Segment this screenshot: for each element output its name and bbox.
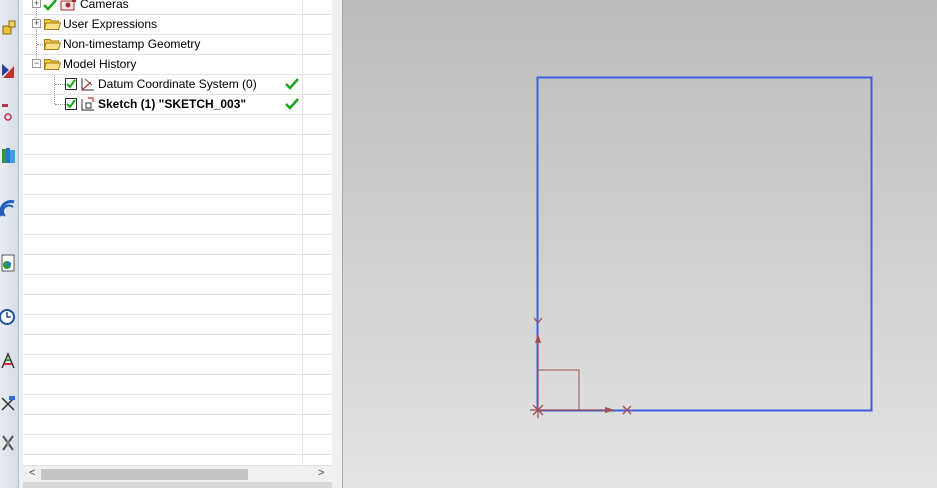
scroll-left-button[interactable]: < xyxy=(29,467,35,479)
empty-row xyxy=(23,214,332,235)
process-studio-icon[interactable] xyxy=(0,392,18,414)
scroll-right-button[interactable]: > xyxy=(318,467,324,479)
expand-icon[interactable]: + xyxy=(32,0,41,8)
horizontal-scrollbar[interactable]: < > xyxy=(23,465,332,483)
sketch-icon xyxy=(81,97,94,111)
part-navigator-panel: + Cameras + User Expressions Non-timesta… xyxy=(23,0,333,488)
assembly-navigator-icon[interactable] xyxy=(0,18,18,40)
checkmark-icon xyxy=(43,0,57,11)
empty-row xyxy=(23,134,332,155)
visibility-checkbox[interactable] xyxy=(65,98,77,110)
tree-row-sketch[interactable]: Sketch (1) "SKETCH_003" xyxy=(23,94,332,115)
tree-row-model-history[interactable]: − Model History xyxy=(23,54,332,75)
empty-row xyxy=(23,234,332,255)
web-browser-icon[interactable] xyxy=(0,198,18,220)
collapse-icon[interactable]: − xyxy=(32,59,41,68)
tree-row-user-expressions[interactable]: + User Expressions xyxy=(23,14,332,35)
datum-csys-icon xyxy=(81,78,94,91)
empty-row xyxy=(23,274,332,295)
manufacturing-wizard-icon[interactable] xyxy=(0,432,18,454)
constraint-navigator-icon[interactable] xyxy=(0,60,18,82)
empty-row xyxy=(23,414,332,435)
part-navigator-icon[interactable] xyxy=(0,100,18,122)
tree-row-datum-coordinate-system[interactable]: Datum Coordinate System (0) xyxy=(23,74,332,95)
empty-row xyxy=(23,254,332,275)
history-icon[interactable] xyxy=(0,306,18,328)
empty-row xyxy=(23,314,332,335)
expand-icon[interactable]: + xyxy=(32,19,41,28)
panel-bottom-strip xyxy=(23,482,332,488)
tree-row-label: Datum Coordinate System (0) xyxy=(98,77,257,91)
roles-icon[interactable] xyxy=(0,252,18,274)
reuse-library-icon[interactable] xyxy=(0,145,18,167)
graphics-window[interactable] xyxy=(343,0,937,488)
system-materials-icon[interactable] xyxy=(0,350,18,372)
empty-row xyxy=(23,354,332,375)
empty-row xyxy=(23,154,332,175)
tree-row-label: User Expressions xyxy=(63,17,158,31)
open-folder-icon xyxy=(44,59,61,70)
x-axis-arrowhead xyxy=(605,407,615,413)
folder-icon xyxy=(44,19,61,30)
resource-bar xyxy=(0,0,19,488)
empty-row xyxy=(23,394,332,415)
up-to-date-check-icon xyxy=(285,98,299,110)
y-axis-arrowhead xyxy=(535,333,541,343)
tree-row-label: Non-timestamp Geometry xyxy=(63,37,201,51)
empty-row xyxy=(23,114,332,135)
empty-row xyxy=(23,374,332,395)
empty-row xyxy=(23,194,332,215)
empty-row xyxy=(23,174,332,195)
empty-row xyxy=(23,294,332,315)
tree-row-label: Cameras xyxy=(80,0,129,11)
visibility-checkbox[interactable] xyxy=(65,78,77,90)
empty-row xyxy=(23,334,332,355)
sketch-canvas[interactable] xyxy=(343,0,937,488)
tree-row-cameras[interactable]: + Cameras xyxy=(23,0,332,15)
perpendicular-constraint-symbol xyxy=(538,369,580,410)
folder-icon xyxy=(44,39,61,50)
camera-icon xyxy=(60,0,76,11)
scrollbar-thumb[interactable] xyxy=(41,469,248,480)
up-to-date-check-icon xyxy=(285,78,299,90)
sketch-rectangle[interactable] xyxy=(536,76,873,412)
tree-row-non-timestamp-geometry[interactable]: Non-timestamp Geometry xyxy=(23,34,332,55)
tree-row-label: Sketch (1) "SKETCH_003" xyxy=(98,97,247,111)
panel-splitter[interactable] xyxy=(332,0,343,488)
tree-row-label: Model History xyxy=(63,57,137,71)
empty-row xyxy=(23,434,332,455)
